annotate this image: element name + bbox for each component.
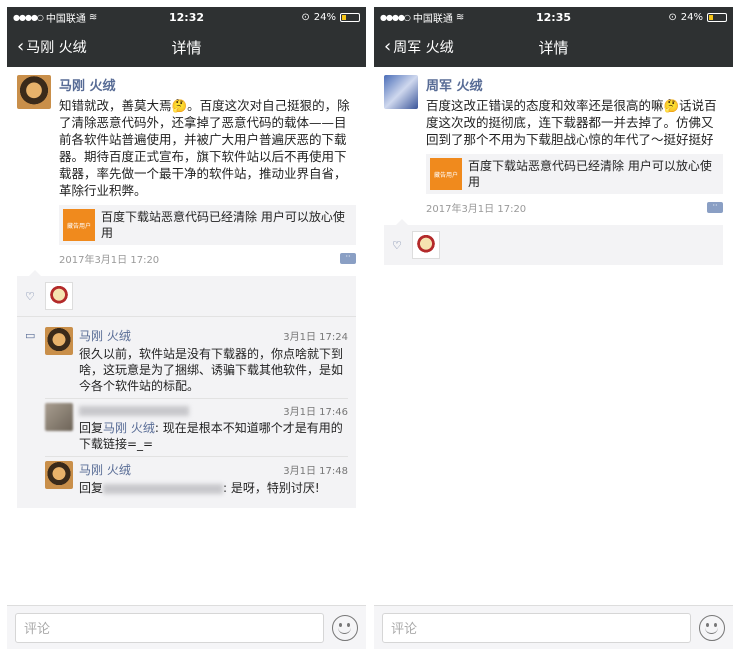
back-button[interactable]: ‹ 马刚 火绒 xyxy=(7,37,87,57)
comment-action-icon[interactable]: ·· xyxy=(340,253,356,264)
shared-link-card[interactable]: 藏告用户 百度下载站恶意代码已经清除 用户可以放心使用 xyxy=(426,154,723,194)
liker-avatar[interactable] xyxy=(44,282,73,310)
comment-input-bar: 评论 xyxy=(7,605,366,649)
status-bar: ●●●●○ 中国联通 ≋ 12:32 ⊙ 24% xyxy=(7,7,366,27)
comment-item[interactable]: ▭ 马刚 火绒 3月1日 17:24 很久以前，软件站是没有下载器的，你点啥就下… xyxy=(25,323,348,398)
back-button[interactable]: ‹ 周军 火绒 xyxy=(374,37,454,57)
reply-to-name-blurred xyxy=(103,483,224,494)
post-author[interactable]: 周军 火绒 xyxy=(426,75,723,94)
chevron-left-icon: ‹ xyxy=(17,36,25,57)
post-author[interactable]: 马刚 火绒 xyxy=(59,75,356,94)
battery-percent: 24% xyxy=(313,11,336,23)
comment-action-icon[interactable]: ·· xyxy=(707,202,723,213)
comment-text: 回复马刚 火绒: 现在是根本不知道哪个才是有用的下载链接=_= xyxy=(79,420,348,452)
reply-to-name[interactable]: 马刚 火绒 xyxy=(103,421,155,435)
link-title: 百度下载站恶意代码已经清除 用户可以放心使用 xyxy=(468,159,712,189)
interaction-box: ♡ xyxy=(384,219,723,265)
comment-time: 3月1日 17:46 xyxy=(283,407,348,418)
post-text: 百度这改正错误的态度和效率还是很高的嘛🤔话说百度这次改的挺彻底，连下载器都一并去… xyxy=(426,98,717,147)
comment-input[interactable]: 评论 xyxy=(382,612,691,643)
link-thumbnail: 藏告用户 xyxy=(430,158,462,190)
comment-time: 3月1日 17:24 xyxy=(283,332,348,343)
comment-body: : 是呀，特别讨厌! xyxy=(223,481,320,495)
post-timestamp: 2017年3月1日 17:20 xyxy=(426,204,527,215)
post-timestamp: 2017年3月1日 17:20 xyxy=(59,255,160,266)
shared-link-card[interactable]: 藏告用户 百度下载站恶意代码已经清除 用户可以放心使用 xyxy=(59,205,356,245)
likes-row: ♡ xyxy=(384,225,723,265)
comment-list: ▭ 马刚 火绒 3月1日 17:24 很久以前，软件站是没有下载器的，你点啥就下… xyxy=(17,317,356,508)
link-title: 百度下载站恶意代码已经清除 用户可以放心使用 xyxy=(101,210,345,240)
likes-row: ♡ xyxy=(17,276,356,316)
chevron-left-icon: ‹ xyxy=(384,36,392,57)
post-text: 知错就改，善莫大焉🤔。百度这次对自己挺狠的，除了清除恶意代码外，还拿掉了恶意代码… xyxy=(59,98,350,198)
orientation-lock-icon: ⊙ xyxy=(301,11,310,23)
reply-prefix: 回复 xyxy=(79,421,104,435)
comment-input-bar: 评论 xyxy=(374,605,733,649)
comment-author[interactable]: 马刚 火绒 xyxy=(79,461,131,478)
back-label: 马刚 火绒 xyxy=(26,40,87,56)
battery-icon xyxy=(340,12,360,22)
moments-detail-left: ●●●●○ 中国联通 ≋ 12:32 ⊙ 24% ‹ 马刚 火绒 详情 马刚 火… xyxy=(7,7,366,649)
back-label: 周军 火绒 xyxy=(393,40,454,56)
comment-bubble-icon: ▭ xyxy=(25,329,36,342)
heart-icon: ♡ xyxy=(392,238,402,252)
battery-percent: 24% xyxy=(680,11,703,23)
comment-time: 3月1日 17:48 xyxy=(283,466,348,477)
status-bar: ●●●●○ 中国联通 ≋ 12:35 ⊙ 24% xyxy=(374,7,733,27)
orientation-lock-icon: ⊙ xyxy=(668,11,677,23)
comment-text: 回复 : 是呀，特别讨厌! xyxy=(79,480,348,496)
comment-item[interactable]: 3月1日 17:46 回复马刚 火绒: 现在是根本不知道哪个才是有用的下载链接=… xyxy=(25,399,348,456)
reply-prefix: 回复 xyxy=(79,481,104,495)
comment-text: 很久以前，软件站是没有下载器的，你点啥就下到啥，这玩意是为了捆绑、诱骗下载其他软… xyxy=(79,347,344,393)
moments-detail-right: ●●●●○ 中国联通 ≋ 12:35 ⊙ 24% ‹ 周军 火绒 详情 周军 火… xyxy=(374,7,733,649)
moment-post: 周军 火绒 百度这改正错误的态度和效率还是很高的嘛🤔话说百度这次改的挺彻底，连下… xyxy=(374,67,733,215)
moment-post: 马刚 火绒 知错就改，善莫大焉🤔。百度这次对自己挺狠的，除了清除恶意代码外，还拿… xyxy=(7,67,366,266)
comment-avatar-blurred[interactable] xyxy=(45,403,73,431)
liker-avatar[interactable] xyxy=(411,231,440,259)
link-thumbnail: 藏告用户 xyxy=(63,209,95,241)
comment-avatar[interactable] xyxy=(45,327,73,355)
comment-author[interactable]: 马刚 火绒 xyxy=(79,327,131,344)
emoji-icon[interactable] xyxy=(699,614,725,641)
nav-bar: ‹ 周军 火绒 详情 xyxy=(374,27,733,67)
emoji-icon[interactable] xyxy=(332,614,358,641)
heart-icon: ♡ xyxy=(25,289,35,303)
comment-author-blurred xyxy=(79,405,189,416)
comment-item[interactable]: 马刚 火绒 3月1日 17:48 回复 : 是呀，特别讨厌! xyxy=(25,457,348,500)
comment-avatar[interactable] xyxy=(45,461,73,489)
battery-icon xyxy=(707,12,727,22)
avatar[interactable] xyxy=(384,75,418,109)
nav-bar: ‹ 马刚 火绒 详情 xyxy=(7,27,366,67)
avatar[interactable] xyxy=(17,75,51,109)
comment-input[interactable]: 评论 xyxy=(15,612,324,643)
interaction-box: ♡ ▭ 马刚 火绒 3月1日 17:24 很久以前，软件站是没有下载器的，你点啥… xyxy=(17,270,356,508)
